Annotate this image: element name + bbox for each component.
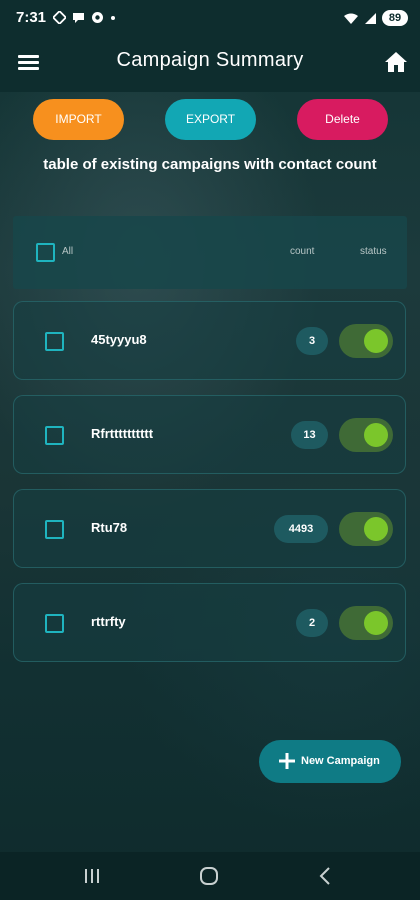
campaign-name: 45tyyyu8 [91, 332, 147, 347]
plus-icon [279, 753, 295, 769]
table-caption: table of existing campaigns with contact… [43, 156, 377, 173]
diamond-icon [53, 11, 66, 24]
import-button[interactable]: IMPORT [33, 99, 124, 140]
contact-count-badge: 4493 [274, 515, 328, 543]
row-checkbox[interactable] [45, 332, 64, 351]
screen: 7:31 89 Campaign Summary IMPORT EXPORT D… [0, 0, 420, 900]
toggle-knob [364, 611, 388, 635]
row-checkbox[interactable] [45, 614, 64, 633]
status-time: 7:31 [16, 9, 47, 26]
home-icon[interactable] [384, 50, 408, 74]
toggle-knob [364, 329, 388, 353]
select-all-checkbox[interactable] [36, 243, 55, 262]
contact-count-badge: 13 [291, 421, 328, 449]
toggle-knob [364, 517, 388, 541]
row-checkbox[interactable] [45, 426, 64, 445]
campaign-name: Rtu78 [91, 520, 128, 535]
select-all-label: All [62, 246, 74, 257]
campaign-row[interactable]: 45tyyyu8 3 [13, 301, 406, 380]
campaign-row[interactable]: Rtu78 4493 [13, 489, 406, 568]
contact-count-badge: 2 [296, 609, 328, 637]
delete-button[interactable]: Delete [297, 99, 388, 140]
new-campaign-label: New Campaign [301, 755, 380, 767]
status-toggle[interactable] [339, 324, 393, 358]
recent-apps-icon[interactable] [80, 865, 104, 887]
home-nav-icon[interactable] [197, 865, 221, 887]
status-notification-icons [53, 11, 116, 24]
chat-bubble-icon [73, 13, 84, 23]
status-bar: 7:31 89 [0, 0, 420, 38]
page-title: Campaign Summary [116, 49, 304, 71]
top-bar: 7:31 89 Campaign Summary [0, 0, 420, 92]
wifi-icon [344, 13, 358, 24]
campaign-name: rttrfty [91, 614, 126, 629]
campaign-row[interactable]: rttrfty 2 [13, 583, 406, 662]
signal-icon [365, 12, 376, 24]
status-toggle[interactable] [339, 512, 393, 546]
new-campaign-button[interactable]: New Campaign [259, 740, 401, 783]
count-column-header: count [290, 246, 315, 257]
system-nav-bar [0, 852, 420, 900]
contact-count-badge: 3 [296, 327, 328, 355]
table-header: All count status [13, 216, 407, 289]
status-column-header: status [360, 246, 387, 257]
status-toggle[interactable] [339, 418, 393, 452]
status-toggle[interactable] [339, 606, 393, 640]
campaign-row[interactable]: Rfrtttttttttt 13 [13, 395, 406, 474]
battery-level: 89 [382, 10, 408, 26]
app-bar: Campaign Summary [0, 38, 420, 92]
back-icon[interactable] [314, 865, 338, 887]
status-system-icons: 89 [343, 10, 408, 26]
toggle-knob [364, 423, 388, 447]
row-checkbox[interactable] [45, 520, 64, 539]
campaign-name: Rfrtttttttttt [91, 426, 154, 441]
camera-icon [92, 12, 103, 23]
dot-icon [111, 16, 115, 20]
export-button[interactable]: EXPORT [165, 99, 256, 140]
